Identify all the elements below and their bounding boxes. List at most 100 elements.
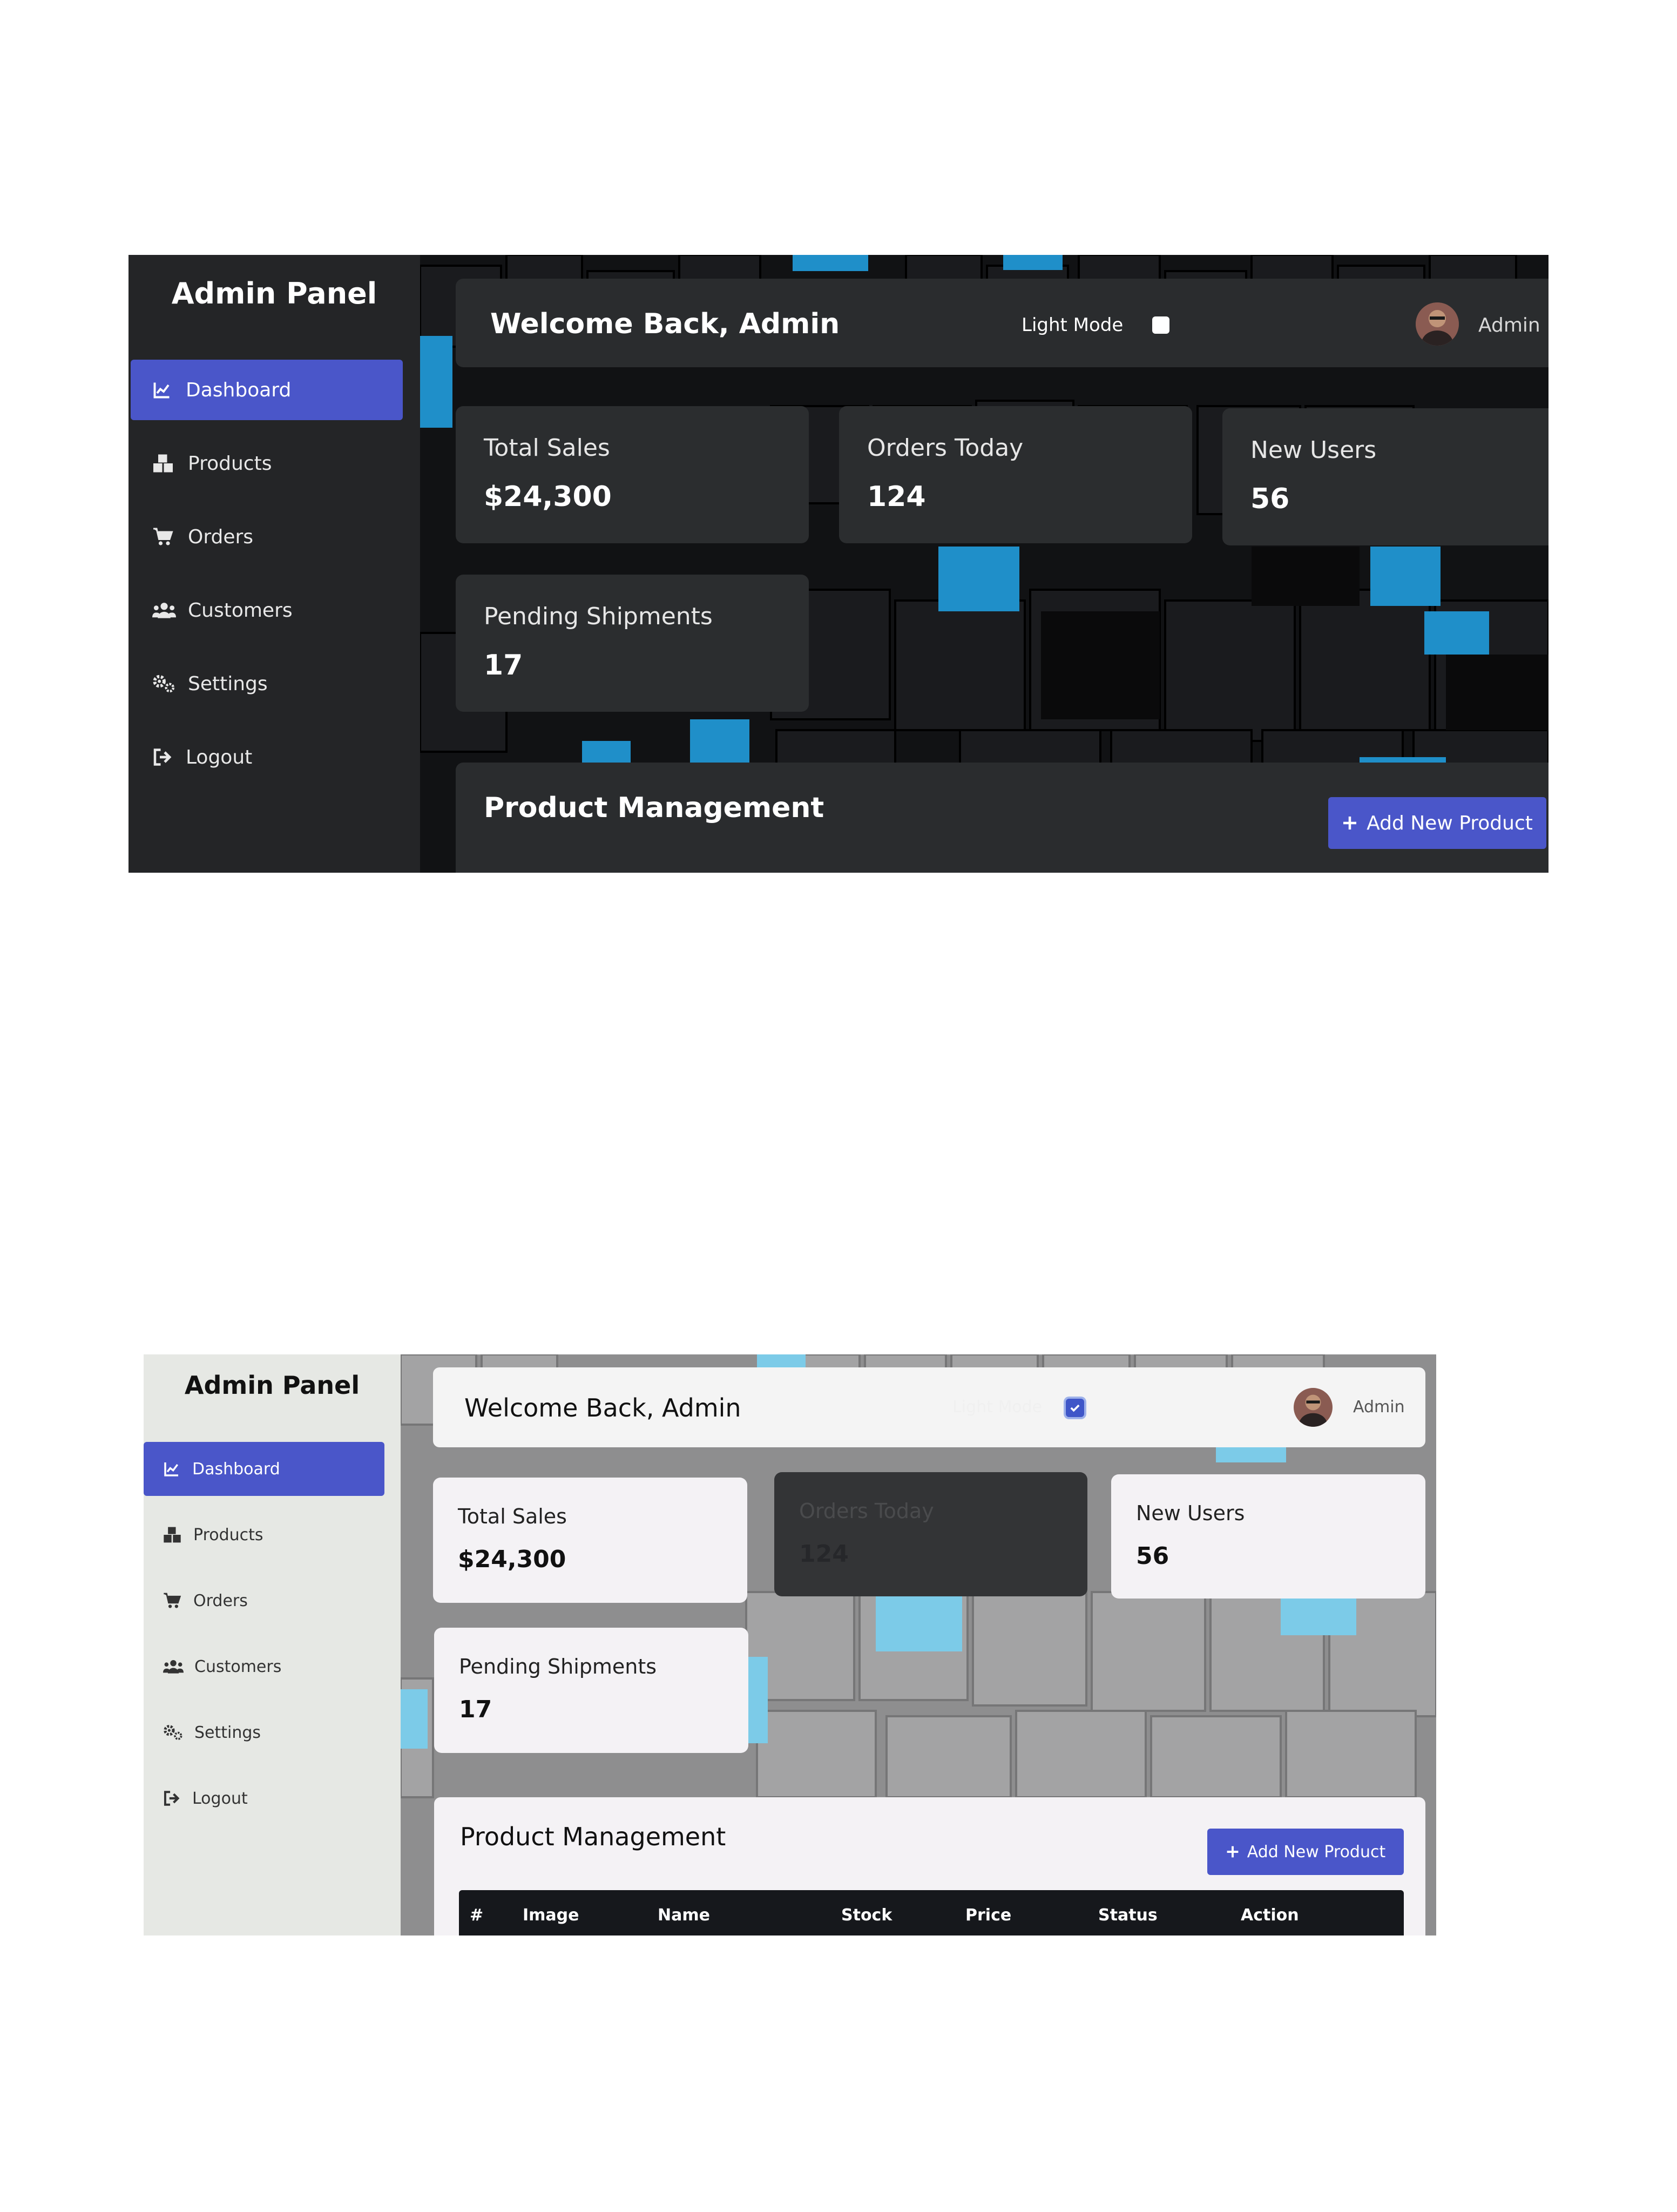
stat-label: Total Sales: [458, 1505, 567, 1528]
sidebar-item-customers[interactable]: Customers: [131, 580, 403, 640]
add-new-product-button[interactable]: Add New Product: [1207, 1829, 1404, 1875]
stat-value: 124: [867, 481, 926, 513]
main-content: Welcome Back, Admin Light Mode Admin Tot…: [401, 1354, 1436, 1936]
sidebar-item-products[interactable]: Products: [131, 433, 403, 494]
column-header[interactable]: Status: [1098, 1906, 1158, 1925]
column-header[interactable]: #: [470, 1906, 483, 1925]
sidebar-item-label: Settings: [188, 672, 268, 695]
section-title: Product Management: [484, 792, 824, 824]
sidebar-item-label: Customers: [194, 1657, 282, 1676]
add-button-label: Add New Product: [1247, 1842, 1386, 1862]
avatar[interactable]: [1416, 302, 1459, 346]
header-bar: Welcome Back, Admin Light Mode Admin: [433, 1367, 1425, 1447]
stat-label: Pending Shipments: [484, 603, 713, 630]
sidebar-item-logout[interactable]: Logout: [144, 1771, 384, 1825]
sidebar-item-label: Settings: [194, 1723, 261, 1742]
plus-icon: [1343, 817, 1357, 830]
sidebar: Admin Panel Dashboard Products Orders Cu…: [129, 255, 420, 873]
column-header[interactable]: Stock: [841, 1906, 892, 1925]
logout-icon: [164, 1791, 180, 1806]
column-header[interactable]: Image: [523, 1906, 579, 1925]
stat-card-new-users: New Users 56: [1222, 408, 1548, 545]
sidebar-item-orders[interactable]: Orders: [131, 507, 403, 567]
stat-label: Total Sales: [484, 434, 610, 462]
light-mode-checkbox[interactable]: [1066, 1399, 1084, 1417]
sidebar-title: Admin Panel: [171, 276, 377, 311]
page-title: Welcome Back, Admin: [464, 1393, 741, 1422]
sidebar-item-label: Products: [193, 1525, 263, 1545]
sidebar-item-logout[interactable]: Logout: [131, 727, 403, 787]
stat-label: Orders Today: [867, 434, 1024, 462]
sidebar-item-settings[interactable]: Settings: [131, 653, 403, 714]
sidebar-item-label: Products: [188, 452, 272, 475]
light-mode-label: Light Mode: [952, 1398, 1043, 1417]
sidebar-item-label: Customers: [188, 599, 293, 622]
main-content: Welcome Back, Admin Light Mode Admin Tot…: [420, 255, 1548, 873]
page-title: Welcome Back, Admin: [490, 308, 840, 340]
sidebar-item-label: Dashboard: [186, 379, 292, 401]
sidebar-item-label: Orders: [193, 1591, 248, 1610]
boxes-icon: [164, 1527, 181, 1543]
stat-value: 56: [1136, 1542, 1169, 1570]
product-management-panel: Product Management Add New Product # Ima…: [434, 1797, 1425, 1936]
cart-icon: [153, 528, 173, 545]
sidebar-item-label: Dashboard: [192, 1459, 280, 1479]
sidebar-item-customers[interactable]: Customers: [144, 1640, 384, 1694]
stat-value: 124: [799, 1540, 849, 1568]
column-header[interactable]: Name: [658, 1906, 710, 1925]
stat-label: Orders Today: [799, 1499, 934, 1523]
chart-line-icon: [164, 1462, 179, 1476]
sidebar: Admin Panel Dashboard Products Orders Cu…: [144, 1354, 401, 1936]
avatar-photo: [1416, 302, 1459, 346]
sidebar-item-dashboard[interactable]: Dashboard: [144, 1442, 384, 1496]
stat-value: $24,300: [484, 481, 612, 513]
stat-value: 17: [484, 649, 523, 682]
add-new-product-button[interactable]: Add New Product: [1328, 797, 1546, 849]
user-name[interactable]: Admin: [1478, 314, 1540, 336]
stat-card-orders-today: Orders Today 124: [774, 1472, 1087, 1596]
stat-card-new-users: New Users 56: [1111, 1474, 1425, 1599]
sidebar-item-label: Logout: [192, 1789, 248, 1808]
stat-value: $24,300: [458, 1546, 566, 1573]
stat-label: New Users: [1250, 436, 1377, 464]
product-management-panel: Product Management Add New Product: [456, 763, 1548, 873]
sidebar-item-label: Logout: [186, 746, 253, 768]
light-mode-screenshot: Admin Panel Dashboard Products Orders Cu…: [144, 1354, 1436, 1936]
dark-mode-screenshot: Admin Panel Dashboard Products Orders Cu…: [129, 255, 1548, 873]
cart-icon: [164, 1593, 181, 1608]
sidebar-item-products[interactable]: Products: [144, 1508, 384, 1562]
stat-value: 17: [459, 1696, 492, 1723]
column-header[interactable]: Action: [1241, 1906, 1299, 1925]
stat-card-orders-today: Orders Today 124: [839, 406, 1192, 543]
avatar-photo: [1294, 1388, 1333, 1427]
sidebar-item-orders[interactable]: Orders: [144, 1574, 384, 1628]
section-title: Product Management: [460, 1822, 726, 1851]
column-header[interactable]: Price: [965, 1906, 1011, 1925]
stat-value: 56: [1250, 483, 1290, 515]
users-icon: [152, 603, 176, 618]
sidebar-item-dashboard[interactable]: Dashboard: [131, 360, 403, 420]
light-mode-checkbox[interactable]: [1152, 316, 1169, 334]
gears-icon: [153, 675, 175, 693]
stat-card-pending-shipments: Pending Shipments 17: [434, 1628, 748, 1753]
sidebar-title: Admin Panel: [184, 1371, 360, 1400]
add-button-label: Add New Product: [1367, 812, 1533, 834]
users-icon: [163, 1660, 184, 1674]
sidebar-item-label: Orders: [188, 525, 254, 548]
header-bar: Welcome Back, Admin Light Mode Admin: [456, 279, 1548, 367]
products-table-header: # Image Name Stock Price Status Action: [459, 1890, 1404, 1936]
gears-icon: [164, 1725, 182, 1740]
user-name[interactable]: Admin: [1353, 1398, 1405, 1417]
logout-icon: [153, 748, 172, 766]
avatar[interactable]: [1294, 1388, 1333, 1427]
stat-card-total-sales: Total Sales $24,300: [456, 406, 809, 543]
stat-card-total-sales: Total Sales $24,300: [433, 1478, 747, 1603]
stat-label: New Users: [1136, 1501, 1245, 1525]
stat-card-pending-shipments: Pending Shipments 17: [456, 575, 809, 712]
plus-icon: [1227, 1846, 1239, 1858]
light-mode-label: Light Mode: [1022, 314, 1124, 336]
boxes-icon: [153, 454, 173, 473]
stat-label: Pending Shipments: [459, 1655, 657, 1678]
sidebar-item-settings[interactable]: Settings: [144, 1705, 384, 1759]
check-icon: [1070, 1404, 1080, 1412]
